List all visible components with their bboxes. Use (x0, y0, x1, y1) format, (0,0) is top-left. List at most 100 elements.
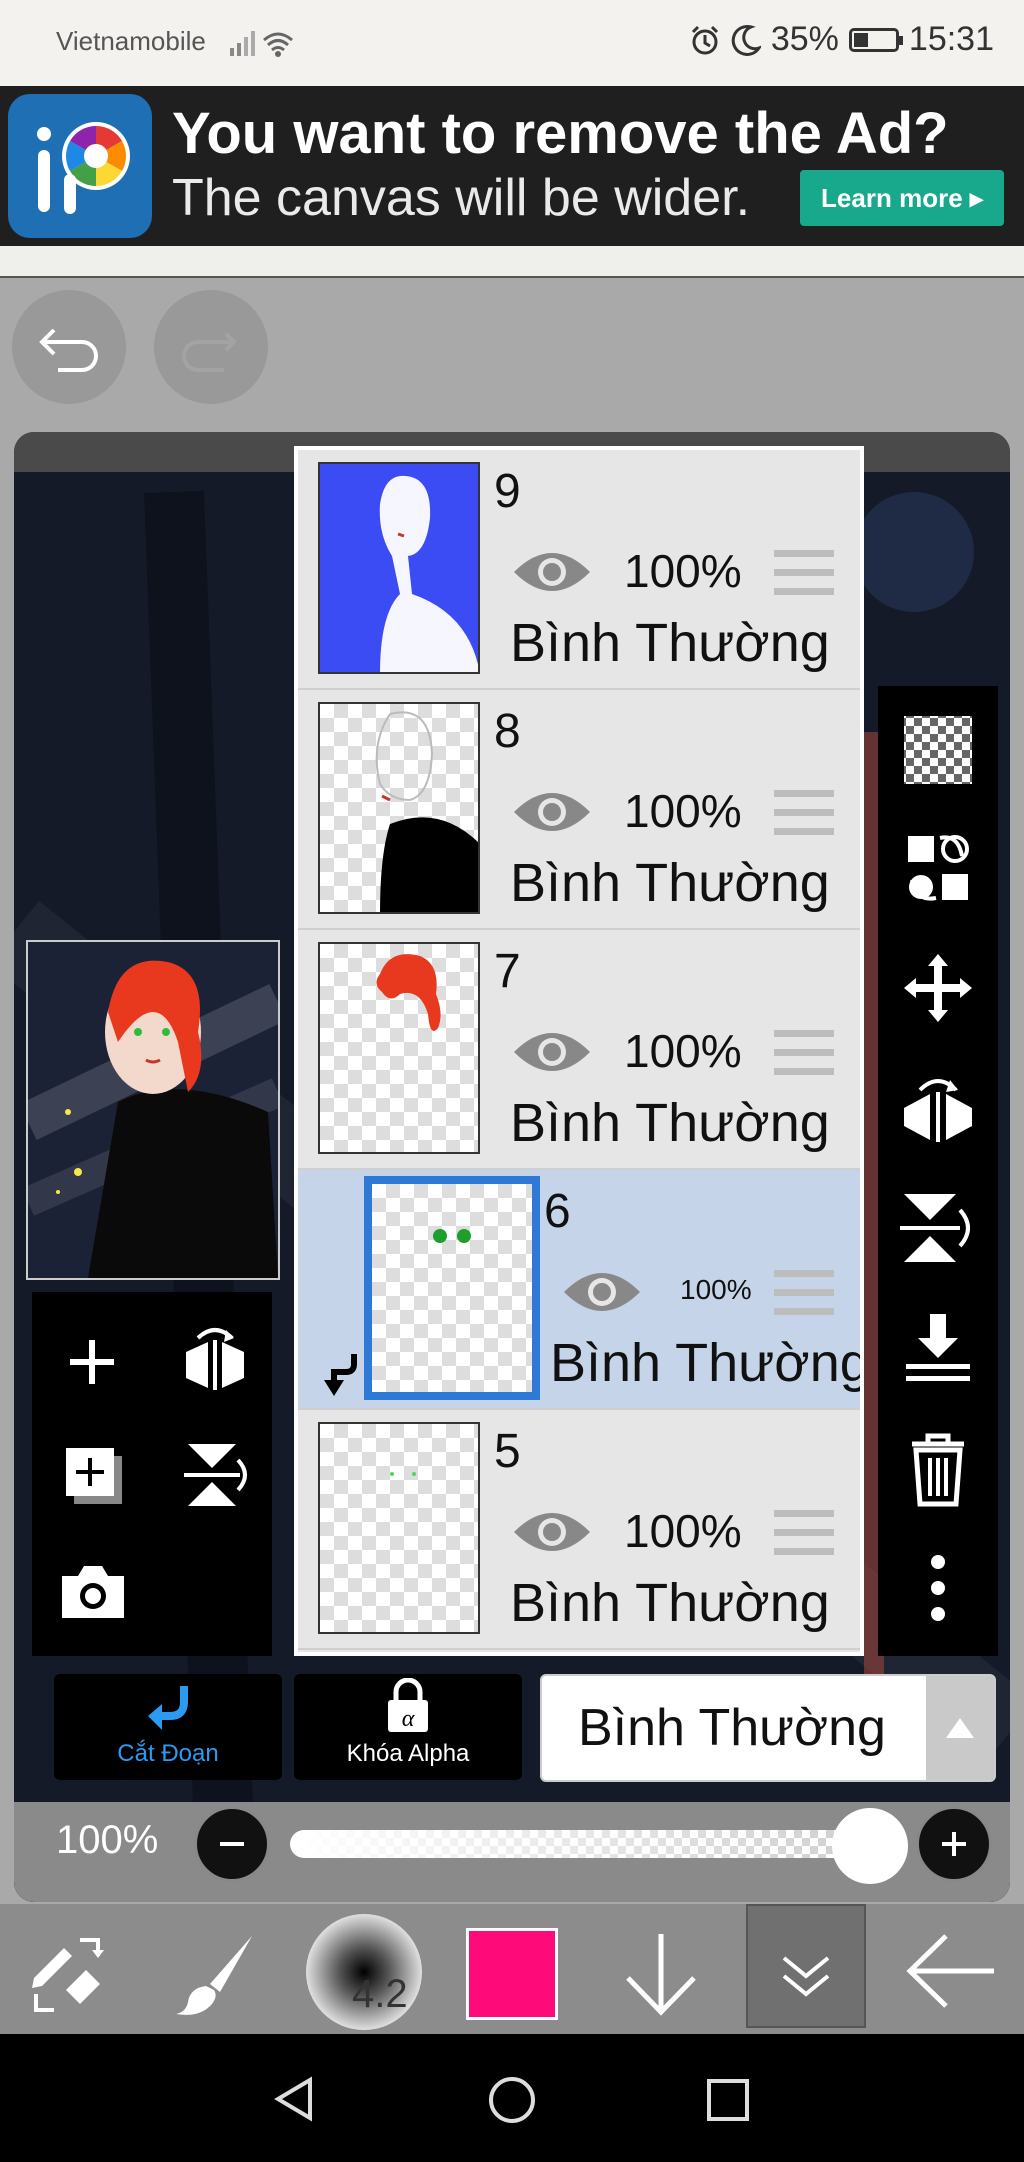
color-swatch[interactable] (466, 1928, 558, 2020)
alarm-icon (691, 25, 718, 54)
undo-button[interactable] (12, 290, 126, 404)
drag-handle-icon[interactable] (774, 1266, 834, 1320)
layer-row[interactable]: 9 100% Bình Thường (298, 450, 860, 690)
nav-recents-icon[interactable] (704, 2076, 752, 2124)
ad-banner[interactable]: You want to remove the Ad? The canvas wi… (0, 86, 1024, 246)
opacity-increase-button[interactable] (916, 1806, 992, 1882)
layer-number: 5 (494, 1425, 521, 1478)
layer-thumbnail[interactable] (318, 1422, 480, 1634)
move-icon[interactable] (898, 948, 978, 1028)
opacity-label: 100% (56, 1818, 159, 1862)
learn-more-button[interactable]: Learn more ▸ (800, 170, 1004, 226)
redo-icon (182, 332, 237, 372)
redo-button[interactable] (154, 290, 268, 404)
moon-icon (731, 24, 761, 56)
triangle-up-icon (946, 1718, 974, 1738)
status-right: 35% 15:31 (689, 20, 994, 59)
layer-number: 9 (494, 465, 521, 518)
layer-row[interactable]: 8 100% Bình Thường (298, 690, 860, 930)
brush-size-value: 4.2 (352, 1972, 408, 2016)
transparent-fill-icon[interactable] (898, 710, 978, 790)
layer-number: 8 (494, 705, 521, 758)
clipping-arrow-icon (324, 1354, 357, 1396)
drag-handle-icon[interactable] (774, 786, 834, 840)
blend-mode-value: Bình Thường (578, 1699, 886, 1757)
visibility-eye-icon[interactable] (560, 1260, 644, 1324)
layer-opacity[interactable]: 100% (624, 544, 742, 598)
tool-switch-icon[interactable] (24, 1928, 114, 2018)
layer-number: 7 (494, 945, 521, 998)
plus-icon (942, 1832, 966, 1856)
visibility-eye-icon[interactable] (510, 780, 594, 844)
alpha-lock-button[interactable]: α Khóa Alpha (294, 1674, 522, 1780)
more-options-icon[interactable] (898, 1548, 978, 1628)
ad-subtitle: The canvas will be wider. (172, 169, 751, 227)
layer-thumbnail[interactable] (318, 702, 480, 914)
delete-layer-icon[interactable] (898, 1428, 978, 1508)
layer-blend-mode: Bình Thường (510, 1573, 830, 1633)
ad-separator (0, 246, 1024, 278)
opacity-slider[interactable] (290, 1830, 868, 1858)
alpha-lock-label: Khóa Alpha (346, 1740, 470, 1767)
brush-icon[interactable] (170, 1928, 260, 2018)
layer-tools-right (878, 686, 998, 1656)
arrow-down-icon[interactable] (616, 1924, 706, 2024)
layer-opacity[interactable]: 100% (624, 784, 742, 838)
visibility-eye-icon[interactable] (510, 1020, 594, 1084)
merge-down-icon[interactable] (898, 1308, 978, 1388)
camera-icon[interactable] (58, 1562, 128, 1622)
svg-text:α: α (402, 1706, 415, 1732)
swap-layer-icon[interactable] (898, 828, 978, 908)
flip-layer-vertical-icon[interactable] (898, 1188, 978, 1268)
layer-row[interactable]: 5 100% Bình Thường (298, 1410, 860, 1650)
flip-vertical-icon[interactable] (180, 1438, 250, 1512)
layer-blend-mode: Bình Thường (550, 1333, 864, 1393)
canvas-preview-thumbnail[interactable] (26, 940, 280, 1280)
drag-handle-icon[interactable] (774, 1026, 834, 1080)
layer-thumbnail[interactable] (318, 942, 480, 1154)
ibispaint-logo-icon (8, 94, 152, 238)
layer-opacity[interactable]: 100% (624, 1504, 742, 1558)
clipping-label: Cắt Đoạn (117, 1740, 219, 1767)
undo-icon (39, 328, 98, 372)
flip-horizontal-icon[interactable] (178, 1322, 252, 1396)
nav-home-icon[interactable] (486, 2074, 538, 2126)
opacity-slider-handle[interactable] (832, 1808, 908, 1884)
layer-thumbnail[interactable] (318, 462, 480, 674)
double-chevron-down-icon (782, 1956, 830, 1997)
layer-opacity[interactable]: 100% (680, 1274, 752, 1306)
minus-icon (220, 1842, 244, 1846)
clock: 15:31 (908, 20, 994, 58)
system-nav-bar (0, 2034, 1024, 2162)
nav-back-icon[interactable] (270, 2074, 320, 2124)
layer-row[interactable]: 7 100% Bình Thường (298, 930, 860, 1170)
add-layer-icon[interactable] (62, 1332, 122, 1392)
layer-tools-left (32, 1292, 272, 1656)
bottom-toolbar: 4.2 (0, 1904, 1024, 2034)
flip-layer-horizontal-icon[interactable] (898, 1068, 978, 1148)
blend-mode-toggle[interactable] (926, 1676, 994, 1780)
layers-button[interactable] (746, 1904, 866, 2028)
layer-row[interactable]: 6 100% Bình Thường (298, 1170, 860, 1410)
visibility-eye-icon[interactable] (510, 1500, 594, 1564)
back-arrow-icon[interactable] (902, 1926, 1002, 2016)
duplicate-layer-icon[interactable] (60, 1442, 128, 1510)
clipping-button[interactable]: Cắt Đoạn (54, 1674, 282, 1780)
brush-size-button[interactable]: 4.2 (306, 1914, 422, 2030)
carrier-name: Vietnamobile (56, 26, 206, 56)
status-bar: Vietnamobile 35% 15:31 (0, 0, 1024, 86)
opacity-decrease-button[interactable] (194, 1806, 270, 1882)
layer-blend-mode: Bình Thường (510, 853, 830, 913)
layer-panel: 9 100% Bình Thường 8 100% Bình Thường 7 100% Bìn… (294, 446, 864, 1656)
layer-number: 6 (544, 1185, 571, 1238)
layer-blend-mode: Bình Thường (510, 613, 830, 673)
layer-blend-mode: Bình Thường (510, 1093, 830, 1153)
visibility-eye-icon[interactable] (510, 540, 594, 604)
layer-thumbnail[interactable] (364, 1176, 540, 1400)
drag-handle-icon[interactable] (774, 1506, 834, 1560)
battery-icon (848, 27, 903, 52)
layer-opacity[interactable]: 100% (624, 1024, 742, 1078)
blend-mode-select[interactable]: Bình Thường (540, 1674, 996, 1782)
signal-wifi-icon (230, 31, 293, 57)
drag-handle-icon[interactable] (774, 546, 834, 600)
